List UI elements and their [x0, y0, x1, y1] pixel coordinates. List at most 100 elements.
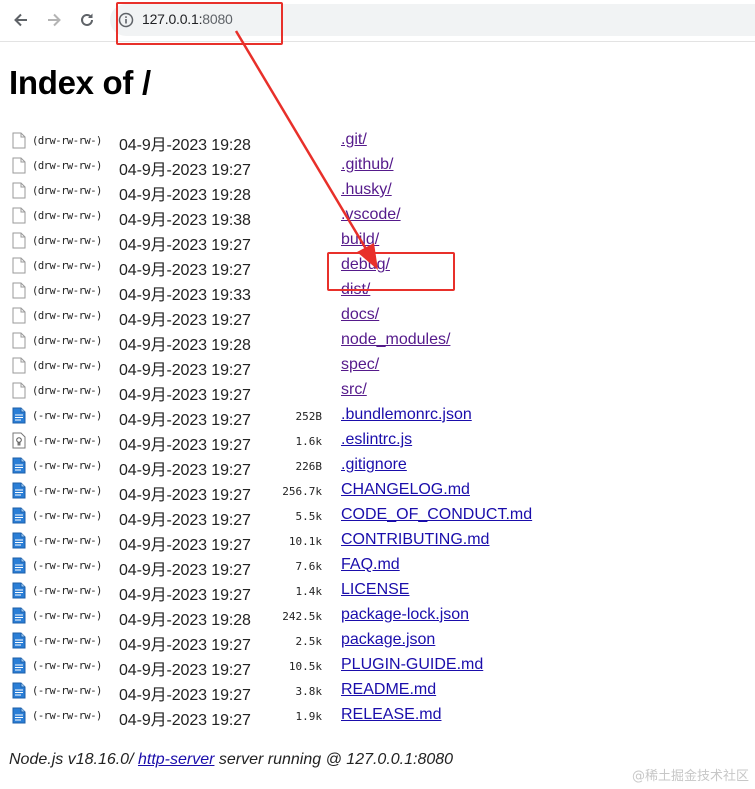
document-icon [12, 532, 26, 549]
forward-button[interactable] [43, 9, 65, 31]
modified-time: 04-9月-2023 19:27 [119, 462, 251, 479]
modified-time: 04-9月-2023 19:28 [119, 137, 251, 154]
directory-link[interactable]: src/ [341, 381, 367, 399]
modified-time: 04-9月-2023 19:27 [119, 637, 251, 654]
modified-time: 04-9月-2023 19:27 [119, 362, 251, 379]
file-link[interactable]: .gitignore [341, 456, 407, 474]
file-link[interactable]: CHANGELOG.md [341, 481, 470, 499]
permission-text: (-rw-rw-rw-) [32, 485, 102, 497]
file-link[interactable]: RELEASE.md [341, 706, 441, 724]
listing-row: (drw-rw-rw-) 04-9月-2023 19:27 .github/ [0, 154, 755, 179]
permission-text: (drw-rw-rw-) [32, 385, 102, 397]
file-link[interactable]: .eslintrc.js [341, 431, 412, 449]
file-link[interactable]: FAQ.md [341, 556, 400, 574]
file-size: 1.9k [295, 710, 323, 723]
listing-row: (drw-rw-rw-) 04-9月-2023 19:27 build/ [0, 229, 755, 254]
permission-text: (drw-rw-rw-) [32, 185, 102, 197]
permission-text: (-rw-rw-rw-) [32, 710, 102, 722]
modified-time: 04-9月-2023 19:27 [119, 562, 251, 579]
modified-time: 04-9月-2023 19:27 [119, 437, 251, 454]
listing-row: (-rw-rw-rw-) 04-9月-2023 19:27 10.1k CONTRIB… [0, 529, 755, 554]
file-size: 10.5k [288, 660, 322, 673]
http-server-link[interactable]: http-server [138, 751, 214, 768]
modified-time: 04-9月-2023 19:27 [119, 487, 251, 504]
listing-row: (-rw-rw-rw-) 04-9月-2023 19:27 226B .gitigno… [0, 454, 755, 479]
directory-link[interactable]: .vscode/ [341, 206, 401, 224]
directory-link[interactable]: build/ [341, 231, 379, 249]
document-icon [12, 457, 26, 474]
file-link[interactable]: CODE_OF_CONDUCT.md [341, 506, 532, 524]
folder-icon [12, 282, 26, 299]
directory-link[interactable]: .github/ [341, 156, 393, 174]
back-button[interactable] [10, 9, 32, 31]
modified-time: 04-9月-2023 19:27 [119, 262, 251, 279]
file-size: 5.5k [295, 510, 323, 523]
file-link[interactable]: package.json [341, 631, 435, 649]
file-link[interactable]: LICENSE [341, 581, 409, 599]
listing-row: (drw-rw-rw-) 04-9月-2023 19:28 .husky/ [0, 179, 755, 204]
file-link[interactable]: README.md [341, 681, 436, 699]
permission-text: (-rw-rw-rw-) [32, 410, 102, 422]
permission-text: (drw-rw-rw-) [32, 235, 102, 247]
listing-row: (drw-rw-rw-) 04-9月-2023 19:27 spec/ [0, 354, 755, 379]
folder-icon [12, 232, 26, 249]
listing-row: (drw-rw-rw-) 04-9月-2023 19:28 node_modules… [0, 329, 755, 354]
directory-link[interactable]: .git/ [341, 131, 367, 149]
modified-time: 04-9月-2023 19:28 [119, 337, 251, 354]
listing-row: (-rw-rw-rw-) 04-9月-2023 19:27 10.5k PLUGIN-… [0, 654, 755, 679]
document-icon [12, 707, 26, 724]
document-icon [12, 557, 26, 574]
directory-link[interactable]: docs/ [341, 306, 379, 324]
folder-icon [12, 157, 26, 174]
reload-icon [81, 13, 93, 26]
arrow-left-icon [14, 13, 27, 27]
listing-row: (drw-rw-rw-) 04-9月-2023 19:28 .git/ [0, 129, 755, 154]
listing-row: (-rw-rw-rw-) 04-9月-2023 19:28 242.5k packag… [0, 604, 755, 629]
permission-text: (-rw-rw-rw-) [32, 685, 102, 697]
listing-row: (drw-rw-rw-) 04-9月-2023 19:38 .vscode/ [0, 204, 755, 229]
modified-time: 04-9月-2023 19:27 [119, 712, 251, 729]
file-size: 252B [295, 410, 323, 423]
permission-text: (-rw-rw-rw-) [32, 635, 102, 647]
browser-toolbar: 127.0.0.1:8080 [0, 0, 755, 40]
directory-link[interactable]: .husky/ [341, 181, 392, 199]
file-link[interactable]: CONTRIBUTING.md [341, 531, 489, 549]
permission-text: (-rw-rw-rw-) [32, 560, 102, 572]
folder-icon [12, 182, 26, 199]
modified-time: 04-9月-2023 19:28 [119, 187, 251, 204]
folder-icon [12, 357, 26, 374]
page-title: Index of / [9, 64, 151, 101]
url-highlight-box [116, 2, 283, 45]
listing-row: (-rw-rw-rw-) 04-9月-2023 19:27 7.6k FAQ.md [0, 554, 755, 579]
file-link[interactable]: package-lock.json [341, 606, 469, 624]
document-icon [12, 632, 26, 649]
modified-time: 04-9月-2023 19:27 [119, 387, 251, 404]
folder-icon [12, 257, 26, 274]
file-link[interactable]: .bundlemonrc.json [341, 406, 472, 424]
permission-text: (drw-rw-rw-) [32, 310, 102, 322]
server-footer: Node.js v18.16.0/ http-server server run… [9, 751, 453, 769]
directory-link[interactable]: node_modules/ [341, 331, 450, 349]
file-size: 1.6k [295, 435, 323, 448]
document-icon [12, 607, 26, 624]
modified-time: 04-9月-2023 19:27 [119, 537, 251, 554]
listing-row: (-rw-rw-rw-) 04-9月-2023 19:27 256.7k CHANGE… [0, 479, 755, 504]
script-file-icon [12, 432, 26, 449]
listing-row: (-rw-rw-rw-) 04-9月-2023 19:27 1.6k .eslintr… [0, 429, 755, 454]
arrow-right-icon [48, 13, 61, 27]
document-icon [12, 657, 26, 674]
file-size: 3.8k [295, 685, 323, 698]
modified-time: 04-9月-2023 19:27 [119, 162, 251, 179]
file-link[interactable]: PLUGIN-GUIDE.md [341, 656, 483, 674]
folder-icon [12, 332, 26, 349]
permission-text: (-rw-rw-rw-) [32, 535, 102, 547]
document-icon [12, 407, 26, 424]
directory-link[interactable]: spec/ [341, 356, 379, 374]
watermark: @稀土掘金技术社区 [631, 769, 749, 784]
reload-button[interactable] [76, 9, 98, 31]
permission-text: (-rw-rw-rw-) [32, 510, 102, 522]
modified-time: 04-9月-2023 19:27 [119, 412, 251, 429]
permission-text: (drw-rw-rw-) [32, 285, 102, 297]
toolbar-divider [0, 41, 755, 42]
folder-icon [12, 382, 26, 399]
